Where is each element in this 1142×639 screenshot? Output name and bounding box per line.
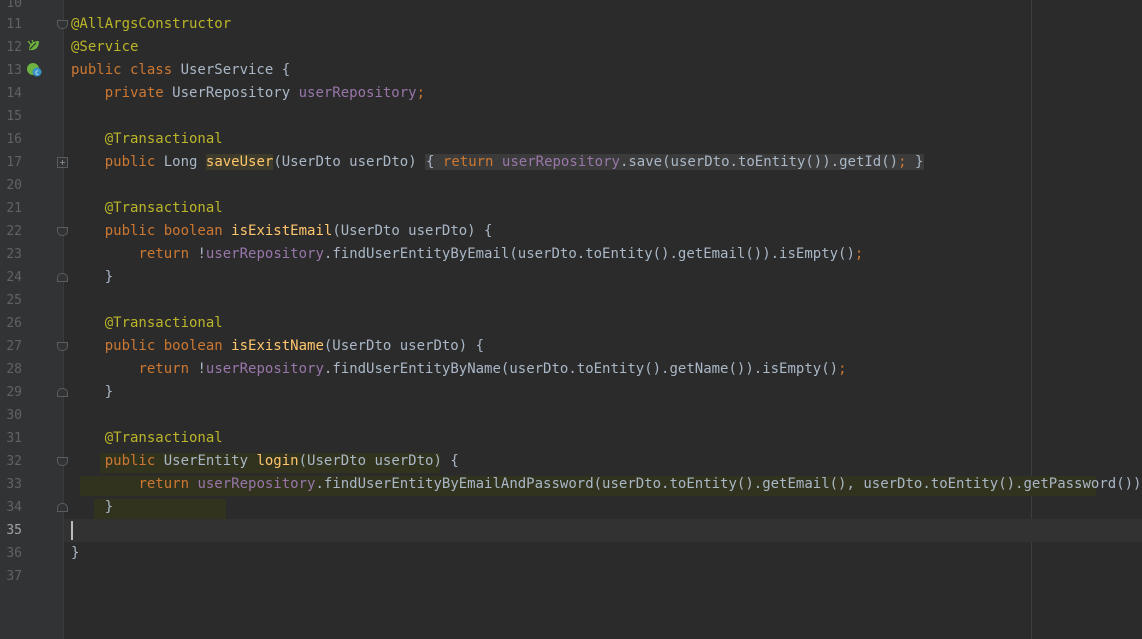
params: (UserDto userDto): [273, 154, 426, 170]
method-name: isExistName: [231, 338, 324, 354]
field-name: userRepository: [197, 476, 316, 492]
line-number: 23: [6, 247, 22, 262]
line-number: 29: [6, 385, 22, 400]
line-number: 31: [6, 431, 22, 446]
fold-toggle-icon[interactable]: [57, 388, 68, 397]
spring-bean-icon[interactable]: [26, 38, 42, 54]
line-number: 37: [6, 569, 22, 584]
fold-toggle-icon[interactable]: [57, 227, 68, 236]
spring-class-icon[interactable]: c: [26, 61, 42, 77]
params: (UserDto userDto) {: [332, 223, 493, 239]
code-line-17[interactable]: public Long saveUser(UserDto userDto) { …: [71, 151, 925, 174]
code-line-23[interactable]: return !userRepository.findUserEntityByE…: [71, 243, 863, 266]
annotation: @Transactional: [104, 200, 223, 216]
current-line-highlight: [64, 519, 1142, 542]
text-caret: [71, 521, 73, 540]
fold-toggle-icon[interactable]: [57, 457, 68, 466]
code-line-13[interactable]: public class UserService {: [71, 59, 290, 82]
keyword: return: [138, 246, 198, 262]
folded-region[interactable]: { return userRepository.save(userDto.toE…: [425, 154, 925, 170]
line-number: 16: [6, 132, 22, 147]
method-name: isExistEmail: [231, 223, 333, 239]
line-number: 26: [6, 316, 22, 331]
line-number: 28: [6, 362, 22, 377]
line-number: 30: [6, 408, 22, 423]
right-margin-guide: [1031, 0, 1032, 639]
line-number: 22: [6, 224, 22, 239]
fold-toggle-icon[interactable]: [57, 342, 68, 351]
code-line-21[interactable]: @Transactional: [71, 197, 223, 220]
fold-expand-icon[interactable]: [57, 157, 68, 168]
field-name: userRepository: [205, 246, 324, 262]
line-number: 27: [6, 339, 22, 354]
semicolon: ;: [416, 85, 426, 101]
code-line-24[interactable]: }: [71, 266, 113, 289]
code-line-26[interactable]: @Transactional: [71, 312, 223, 335]
code-line-31[interactable]: @Transactional: [71, 427, 223, 450]
code-line-16[interactable]: @Transactional: [71, 128, 223, 151]
line-number: 32: [6, 454, 22, 469]
line-number: 25: [6, 293, 22, 308]
line-number: 33: [6, 477, 22, 492]
annotation: @AllArgsConstructor: [71, 16, 232, 32]
code-line-28[interactable]: return !userRepository.findUserEntityByN…: [71, 358, 846, 381]
line-number-current: 35: [6, 523, 22, 538]
annotation: @Transactional: [104, 315, 223, 331]
code-line-33[interactable]: return userRepository.findUserEntityByEm…: [71, 473, 1142, 496]
line-number: 24: [6, 270, 22, 285]
keyword: public class: [71, 62, 181, 78]
line-number: 14: [6, 86, 22, 101]
line-number: 17: [6, 155, 22, 170]
keyword: private: [104, 85, 173, 101]
code-line-32[interactable]: public UserEntity login(UserDto userDto)…: [71, 450, 459, 473]
line-number: 11: [6, 17, 22, 32]
method-name: saveUser: [205, 154, 274, 170]
match-highlight-34: [94, 499, 226, 519]
keyword: return: [138, 476, 198, 492]
line-number: 20: [6, 178, 22, 193]
line-number: 15: [6, 109, 22, 124]
class-name: UserService {: [180, 62, 291, 78]
field-name: userRepository: [205, 361, 324, 377]
line-number: 36: [6, 546, 22, 561]
type-name: UserRepository: [172, 85, 299, 101]
code-line-12[interactable]: @Service: [71, 36, 138, 59]
annotation: @Transactional: [104, 430, 223, 446]
keyword: return: [138, 361, 198, 377]
svg-text:c: c: [35, 69, 39, 77]
field-name: userRepository: [298, 85, 417, 101]
line-number: 21: [6, 201, 22, 216]
annotation: @Service: [71, 39, 139, 55]
type-name: UserEntity: [163, 453, 257, 469]
keyword: public boolean: [104, 223, 232, 239]
fold-toggle-icon[interactable]: [57, 273, 68, 282]
code-line-27[interactable]: public boolean isExistName(UserDto userD…: [71, 335, 484, 358]
fold-toggle-icon[interactable]: [57, 503, 68, 512]
code-line-11[interactable]: @AllArgsConstructor: [71, 13, 231, 36]
code-line-22[interactable]: public boolean isExistEmail(UserDto user…: [71, 220, 493, 243]
keyword: public: [104, 154, 164, 170]
line-number: 13: [6, 63, 22, 78]
fold-toggle-icon[interactable]: [57, 20, 68, 29]
keyword: public boolean: [104, 338, 232, 354]
code-line-36[interactable]: }: [71, 542, 79, 565]
code-line-34[interactable]: }: [71, 496, 113, 519]
method-name: login: [256, 453, 299, 469]
type-name: Long: [163, 154, 206, 170]
line-number: 12: [6, 40, 22, 55]
code-line-14[interactable]: private UserRepository userRepository;: [71, 82, 425, 105]
line-number: 34: [6, 500, 22, 515]
params: (UserDto userDto) {: [323, 338, 485, 354]
code-line-29[interactable]: }: [71, 381, 113, 404]
annotation: @Transactional: [104, 131, 223, 147]
keyword: public: [104, 453, 164, 469]
params: (UserDto userDto) {: [298, 453, 459, 469]
